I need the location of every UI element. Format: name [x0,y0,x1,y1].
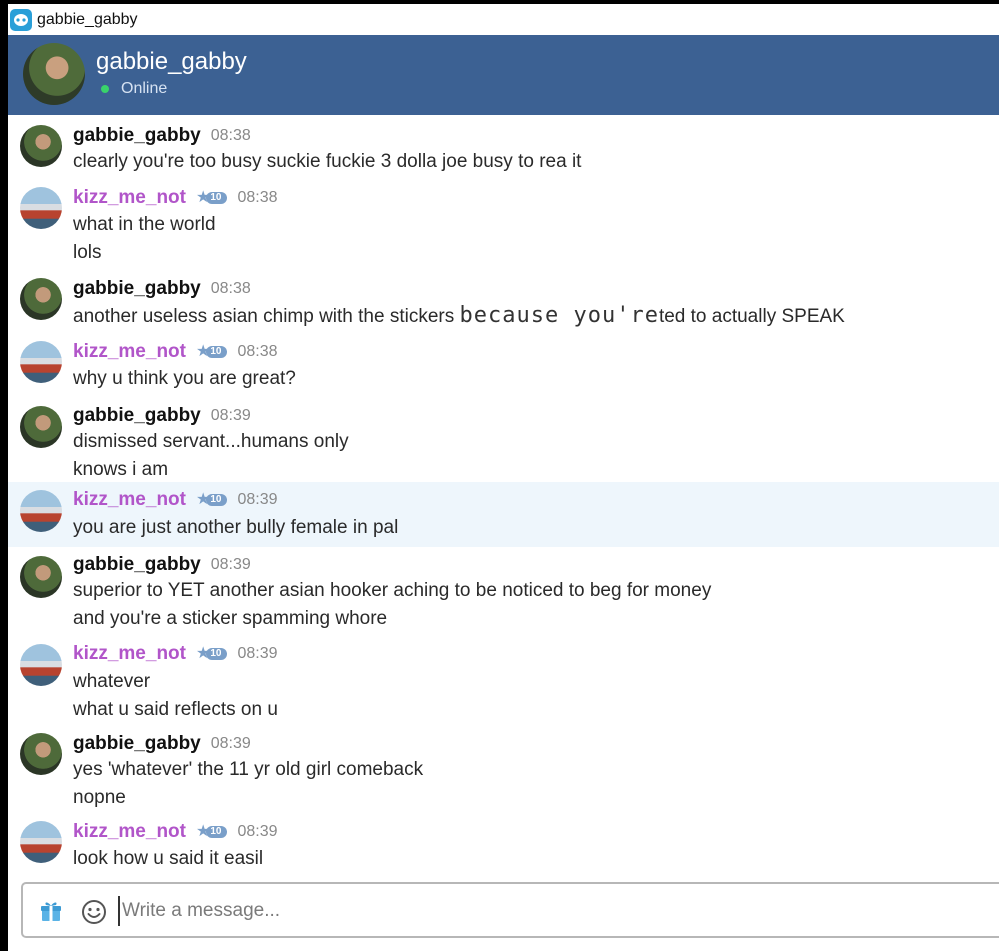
user-avatar[interactable] [20,556,62,598]
message-time: 08:39 [210,556,251,573]
message-composer [21,882,999,938]
user-avatar[interactable] [20,644,62,686]
message-username[interactable]: kizz_me_not [73,187,186,209]
message-text: another useless asian chimp with the sti… [73,303,845,328]
message-time: 08:38 [237,343,278,360]
level-badge: ★ 10 [196,190,228,206]
message-username[interactable]: gabbie_gabby [73,125,201,147]
user-avatar[interactable] [20,406,62,448]
message-item: kizz_me_not ★ 10 08:39 whatever what u sa… [8,635,999,725]
message-item: kizz_me_not ★ 10 08:39 you are just anoth… [8,482,999,547]
user-avatar[interactable] [20,821,62,863]
emoji-icon[interactable] [81,899,107,925]
message-text: whatever [73,671,151,692]
message-username[interactable]: kizz_me_not [73,341,186,363]
level-badge: ★ 10 [196,646,228,662]
message-text: why u think you are great? [73,368,296,389]
message-text: lols [73,242,102,263]
sticker-text: because you're [459,303,659,328]
message-time: 08:39 [237,645,278,662]
message-text: what u said reflects on u [73,699,278,720]
user-avatar[interactable] [20,341,62,383]
message-item: gabbie_gabby 08:39 superior to YET anoth… [8,547,999,635]
message-item: gabbie_gabby 08:38 clearly you're too bu… [8,115,999,177]
message-username[interactable]: kizz_me_not [73,821,186,843]
contact-name[interactable]: gabbie_gabby [96,48,247,76]
message-text: look how u said it easil [73,848,264,869]
message-time: 08:39 [210,407,251,424]
user-avatar[interactable] [20,187,62,229]
message-time: 08:39 [210,735,251,752]
message-time: 08:38 [237,189,278,206]
message-time: 08:38 [210,280,251,297]
user-avatar[interactable] [20,733,62,775]
user-avatar[interactable] [20,125,62,167]
message-username[interactable]: kizz_me_not [73,489,186,511]
message-time: 08:38 [210,127,251,144]
message-text: superior to YET another asian hooker ach… [73,580,712,601]
message-text: nopne [73,787,126,808]
message-time: 08:39 [237,491,278,508]
message-item: gabbie_gabby 08:39 dismissed servant...h… [8,395,999,482]
message-time: 08:39 [237,823,278,840]
message-text: and you're a sticker spamming whore [73,608,388,629]
message-text: what in the world [73,214,216,235]
message-text: dismissed servant...humans only [73,431,349,452]
message-username[interactable]: gabbie_gabby [73,405,201,427]
user-avatar[interactable] [20,490,62,532]
message-text: knows i am [73,459,169,480]
message-item: kizz_me_not ★ 10 08:38 why u think you ar… [8,330,999,395]
message-text: yes 'whatever' the 11 yr old girl comeba… [73,759,424,780]
title-bar: gabbie_gabby [8,4,999,35]
chat-header: gabbie_gabby Online [8,35,999,115]
contact-avatar[interactable] [23,43,85,105]
message-item: gabbie_gabby 08:38 another useless asian… [8,268,999,330]
level-badge: ★ 10 [196,492,228,508]
message-text: clearly you're too busy suckie fuckie 3 … [73,151,582,172]
message-input[interactable] [118,896,978,926]
message-text: you are just another bully female in pal [73,517,399,538]
contact-status: Online [121,80,168,97]
level-badge: ★ 10 [196,344,228,360]
user-avatar[interactable] [20,278,62,320]
window-title: gabbie_gabby [37,10,138,28]
online-status-dot [101,85,109,93]
message-username[interactable]: gabbie_gabby [73,278,201,300]
chat-app-icon [10,8,32,31]
message-item: kizz_me_not ★ 10 08:39 look how u said it… [8,812,999,877]
level-badge: ★ 10 [196,824,228,840]
message-item: kizz_me_not ★ 10 08:38 what in the world … [8,177,999,268]
message-username[interactable]: gabbie_gabby [73,733,201,755]
message-item: gabbie_gabby 08:39 yes 'whatever' the 11… [8,725,999,812]
gift-icon[interactable] [39,899,63,923]
message-list[interactable]: gabbie_gabby 08:38 clearly you're too bu… [8,115,999,877]
message-username[interactable]: kizz_me_not [73,643,186,665]
message-username[interactable]: gabbie_gabby [73,554,201,576]
